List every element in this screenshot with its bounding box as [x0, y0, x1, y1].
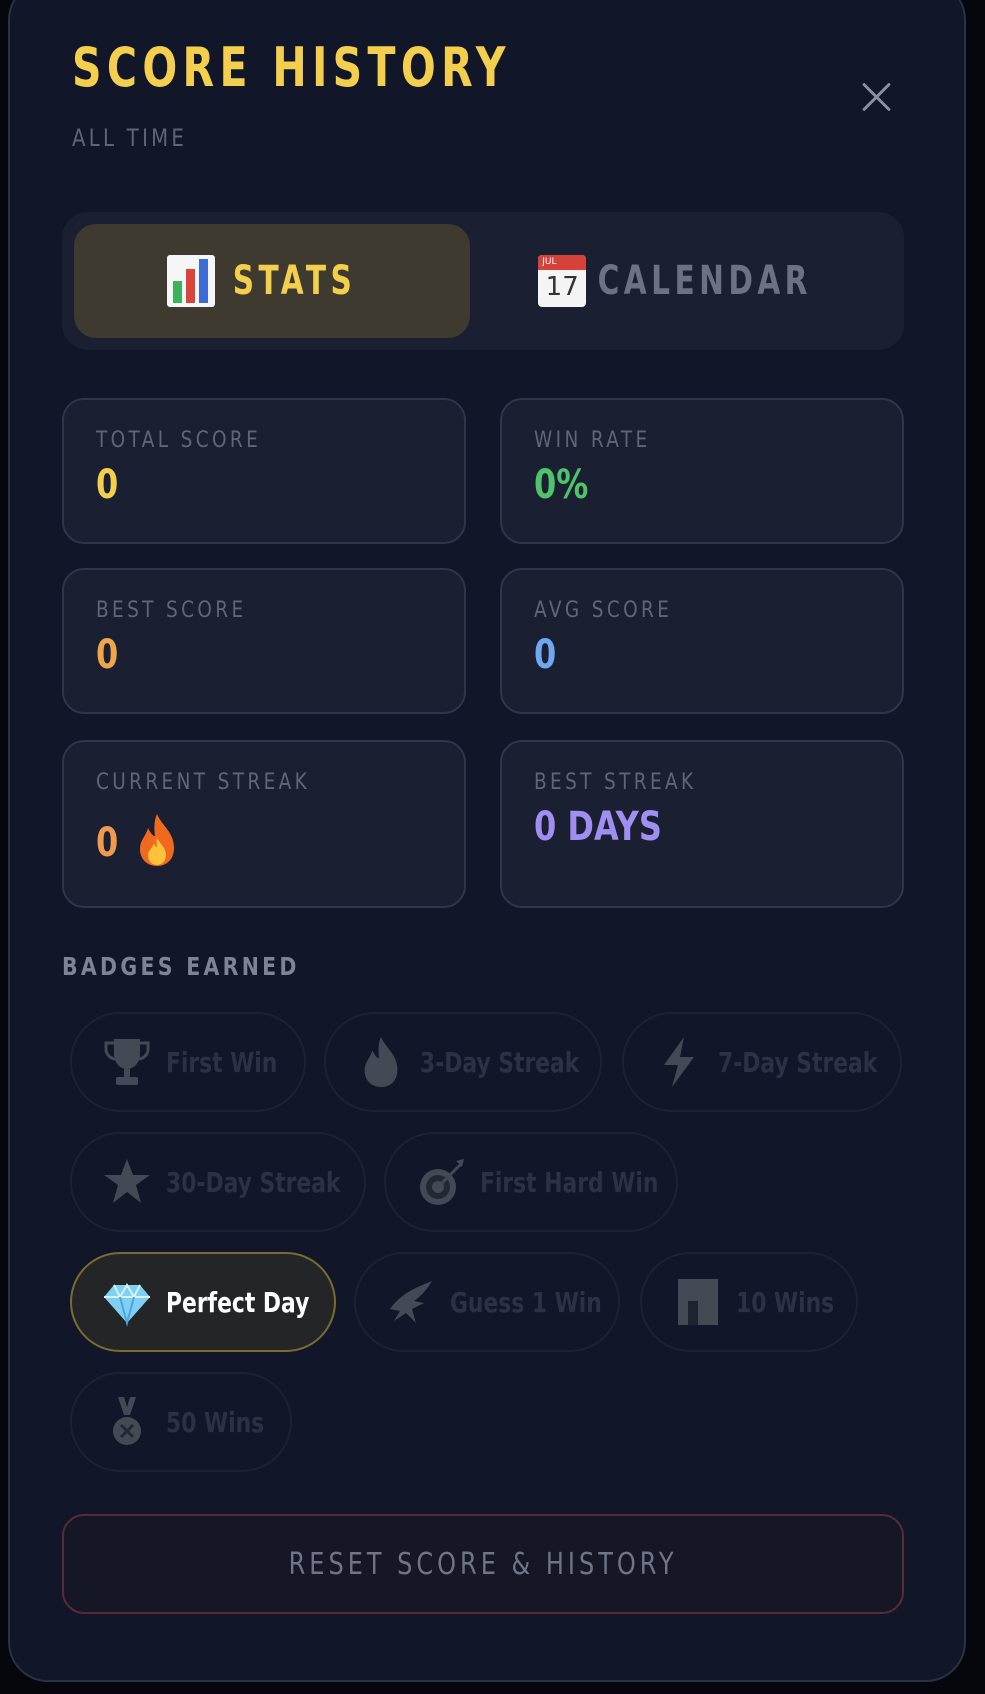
reset-button-label: RESET SCORE & HISTORY [288, 1546, 678, 1582]
close-icon[interactable] [856, 76, 896, 116]
badge-label: Guess 1 Win [450, 1285, 602, 1319]
stat-value: 0% [534, 462, 589, 508]
tab-calendar[interactable]: JUL 17 CALENDAR [496, 224, 892, 338]
stat-card-avg-score: AVG SCORE 0 [500, 568, 904, 714]
badge-first-win: First Win [70, 1012, 306, 1112]
badges-section-label: BADGES EARNED [62, 952, 300, 981]
badge-30-day-streak: 30-Day Streak [70, 1132, 366, 1232]
stat-label: BEST SCORE [96, 598, 247, 623]
badge-first-hard-win: First Hard Win [384, 1132, 678, 1232]
badge-label: First Hard Win [480, 1165, 659, 1199]
stat-card-win-rate: WIN RATE 0% [500, 398, 904, 544]
diamond-icon [104, 1283, 150, 1327]
calendar-icon: JUL 17 [538, 255, 587, 307]
badge-label: 3-Day Streak [420, 1045, 580, 1079]
badge-guess-1-win: Guess 1 Win [354, 1252, 620, 1352]
modal-title: SCORE HISTORY [72, 36, 511, 99]
medal-icon [113, 1397, 141, 1445]
stat-label: CURRENT STREAK [96, 770, 311, 795]
tab-stats[interactable]: STATS [74, 224, 470, 338]
tab-calendar-label: CALENDAR [597, 258, 813, 304]
badge-label: Perfect Day [166, 1285, 310, 1319]
stat-label: BEST STREAK [534, 770, 697, 795]
lightning-icon [664, 1037, 694, 1087]
badge-7-day-streak: 7-Day Streak [622, 1012, 902, 1112]
calendar-icon-month: JUL [542, 257, 557, 267]
bar-chart-icon [166, 255, 215, 307]
bar-icon [678, 1279, 718, 1325]
badge-10-wins: 10 Wins [640, 1252, 858, 1352]
badge-label: 7-Day Streak [718, 1045, 878, 1079]
stat-value: 0 [96, 632, 119, 678]
stat-card-current-streak: CURRENT STREAK 0 [62, 740, 466, 908]
target-icon [420, 1159, 464, 1205]
view-tabs: STATS JUL 17 CALENDAR [62, 212, 904, 350]
badge-50-wins: 50 Wins [70, 1372, 292, 1472]
stat-label: WIN RATE [534, 428, 651, 453]
calendar-icon-day: 17 [545, 272, 579, 302]
stat-label: TOTAL SCORE [96, 428, 262, 453]
tab-stats-label: STATS [232, 258, 356, 304]
star-icon [104, 1159, 150, 1203]
trophy-icon [104, 1039, 150, 1085]
fire-icon [364, 1036, 398, 1088]
stat-label: AVG SCORE [534, 598, 673, 623]
badge-perfect-day: Perfect Day [70, 1252, 336, 1352]
badge-3-day-streak: 3-Day Streak [324, 1012, 602, 1112]
badge-label: First Win [166, 1045, 278, 1079]
fire-icon [140, 814, 174, 866]
badge-label: 30-Day Streak [166, 1165, 341, 1199]
stat-card-best-streak: BEST STREAK 0 DAYS [500, 740, 904, 908]
badge-label: 10 Wins [736, 1285, 835, 1319]
reset-history-button[interactable]: RESET SCORE & HISTORY [62, 1514, 904, 1614]
stat-card-total-score: TOTAL SCORE 0 [62, 398, 466, 544]
stat-card-best-score: BEST SCORE 0 [62, 568, 466, 714]
eagle-icon [390, 1281, 432, 1323]
stat-value: 0 [96, 462, 119, 508]
stat-value: 0 [534, 632, 557, 678]
badge-label: 50 Wins [166, 1405, 265, 1439]
stat-value: 0 [96, 820, 119, 866]
modal-subtitle: ALL TIME [72, 124, 188, 152]
stat-value: 0 DAYS [534, 804, 662, 850]
